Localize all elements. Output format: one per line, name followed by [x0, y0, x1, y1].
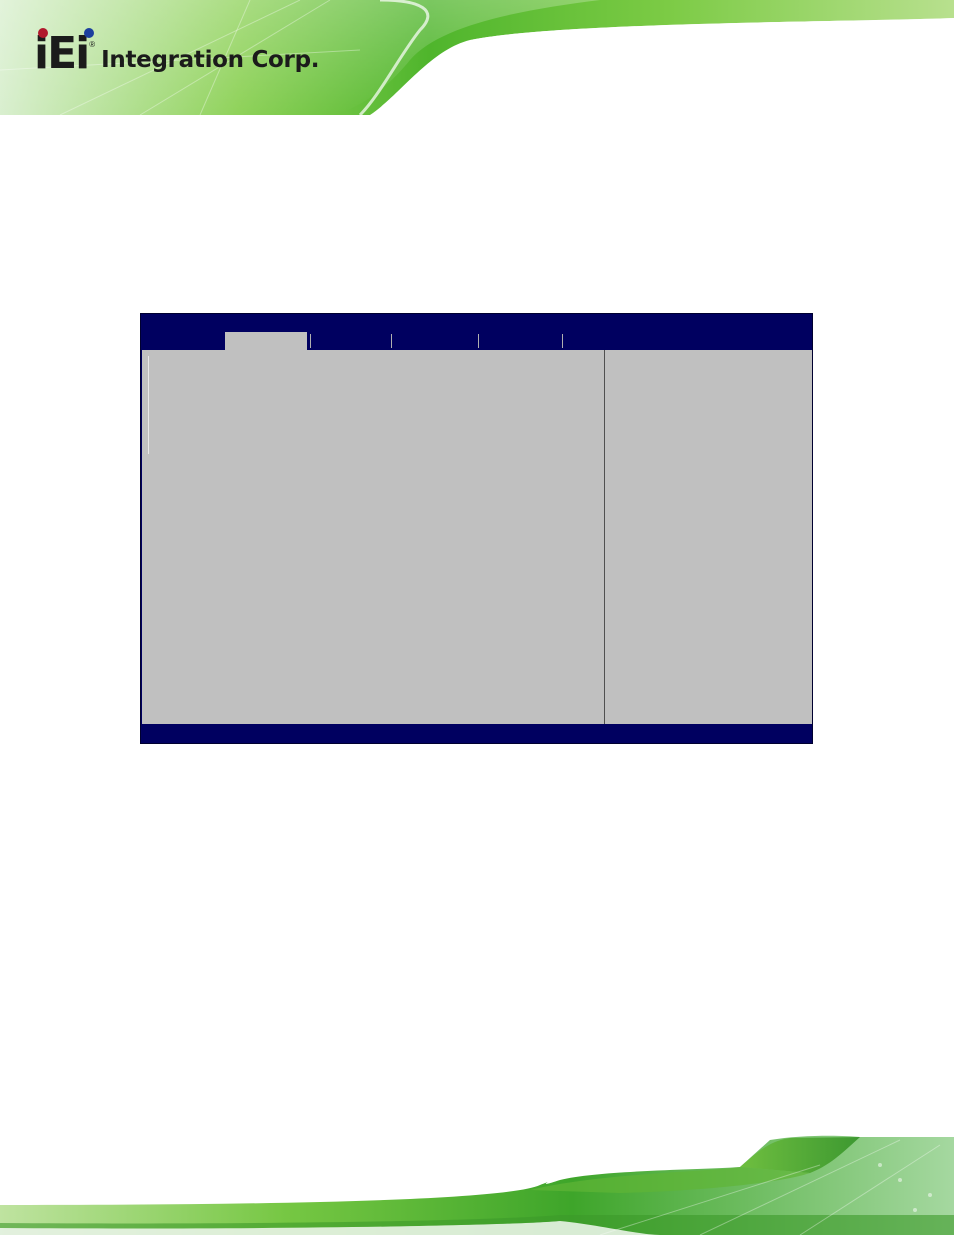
logo-text: Integration Corp. — [101, 47, 320, 73]
bios-tab-bar — [141, 332, 812, 350]
bios-help-panel — [605, 350, 812, 724]
bios-screen — [140, 313, 813, 744]
bios-tab-6[interactable] — [563, 332, 643, 350]
bios-tab-2-active[interactable] — [225, 332, 307, 350]
footer-banner — [0, 1135, 954, 1236]
main-panel-edge-line — [148, 356, 149, 454]
bios-main-panel — [142, 350, 604, 724]
company-logo: iEi ® Integration Corp. — [34, 26, 319, 76]
bios-titlebar — [141, 314, 812, 332]
logo-red-dot — [38, 28, 48, 38]
header-banner: iEi ® Integration Corp. — [0, 0, 954, 117]
footer-banner-graphic — [0, 1135, 954, 1236]
bios-tab-5[interactable] — [479, 332, 561, 350]
bios-footer — [141, 724, 812, 743]
logo-blue-dot — [84, 28, 94, 38]
bios-tab-1[interactable] — [141, 332, 223, 350]
bios-tab-3[interactable] — [311, 332, 391, 350]
bios-tab-4[interactable] — [392, 332, 477, 350]
registered-mark: ® — [89, 40, 96, 49]
logo-mark: iEi — [34, 28, 94, 76]
